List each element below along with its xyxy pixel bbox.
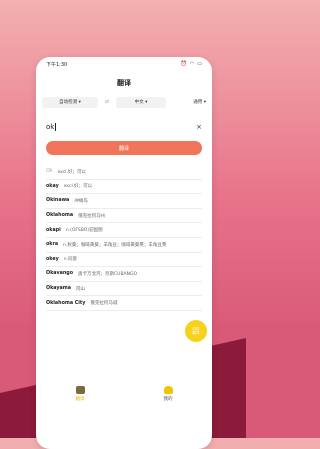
chevron-down-icon: ▾ (77, 99, 81, 105)
list-item[interactable]: okay excl.好；可以 (46, 180, 202, 195)
domain-label: 通用 (193, 100, 203, 105)
alarm-icon: ⏰ (180, 61, 187, 67)
translate-icon (75, 386, 85, 394)
suggestion-meaning: 冲绳岛 (74, 198, 88, 204)
target-language-select[interactable]: 中文 ▾ (116, 96, 166, 108)
input-text: ok (46, 123, 55, 131)
text-cursor (55, 123, 57, 131)
tab-mine[interactable]: 我的 (163, 386, 173, 402)
suggestion-meaning: 冈山 (75, 286, 85, 292)
content-translate-button[interactable]: 内容 翻译 (185, 320, 207, 342)
battery-icon: ▭ (197, 61, 202, 67)
chevron-down-icon: ▾ (143, 99, 148, 105)
suggestion-meaning: excl.好；可以 (57, 169, 86, 175)
suggestion-word: okay (46, 183, 59, 189)
user-icon (163, 386, 173, 394)
suggestion-meaning: n.(OFSBO)迎国图 (65, 228, 103, 234)
suggestion-list: Ok excl.好；可以 okay excl.好；可以 Okinawa 冲绳岛 Okl… (36, 165, 212, 311)
tab-label: 我的 (163, 397, 173, 402)
close-icon[interactable]: × (196, 123, 202, 131)
list-item[interactable]: okra n.秋葵；咖啡黄葵；羊角豆；咖啡黄葵荚；羊角豆荚 (46, 238, 202, 253)
suggestion-meaning: n.秋葵；咖啡黄葵；羊角豆；咖啡黄葵荚；羊角豆荚 (63, 242, 167, 248)
wifi-icon: ◠ (189, 61, 195, 67)
suggestion-meaning: excl.好；可以 (63, 184, 93, 190)
page-title: 翻译 (117, 79, 131, 87)
tab-translate[interactable]: 翻译 (75, 386, 85, 402)
suggestion-word: okra (46, 242, 59, 248)
list-item[interactable]: Oklahoma 俄克拉何马州 (46, 209, 202, 224)
target-language-label: 中文 (134, 100, 144, 105)
list-item[interactable]: Ok excl.好；可以 (46, 165, 202, 180)
domain-select[interactable]: 通用 ▾ (193, 99, 206, 105)
list-item[interactable]: Okinawa 冲绳岛 (46, 194, 202, 209)
suggestion-word: Okinawa (46, 198, 70, 204)
suggestion-word: Ok (46, 169, 53, 175)
list-item[interactable]: Okavango 奥卡万戈河；奈斯CUBANGO (46, 267, 202, 282)
status-bar: 下午1:30 ⏰ ◠ ▭ (36, 57, 212, 71)
suggestion-meaning: 俄克拉何马城 (90, 301, 118, 307)
swap-icon[interactable]: ⇄ (98, 99, 116, 105)
status-time: 下午1:30 (46, 61, 68, 68)
source-language-label: 自动检测 (59, 100, 78, 105)
suggestion-word: Okavango (46, 271, 74, 277)
phone-screen: 下午1:30 ⏰ ◠ ▭ 翻译 自动检测 ▾ ⇄ 中文 ▾ 通用 ▾ ok × … (36, 57, 212, 449)
list-item[interactable]: Oklahoma City 俄克拉何马城 (46, 296, 202, 311)
suggestion-word: okapi (46, 227, 61, 233)
source-language-select[interactable]: 自动检测 ▾ (42, 96, 98, 108)
status-icons: ⏰ ◠ ▭ (181, 61, 202, 67)
suggestion-meaning: n.同意 (63, 257, 78, 263)
suggestion-meaning: 俄克拉何马州 (78, 213, 106, 219)
suggestion-word: Okayama (46, 286, 71, 292)
list-item[interactable]: Okayama 冈山 (46, 282, 202, 297)
tab-bar: 翻译 我的 (36, 379, 212, 409)
suggestion-word: Oklahoma (46, 213, 74, 219)
float-button-line2: 翻译 (192, 331, 200, 335)
tab-label: 翻译 (75, 397, 85, 402)
translate-input[interactable]: ok × (46, 119, 202, 135)
list-item[interactable]: okey n.同意 (46, 253, 202, 268)
translate-button[interactable]: 翻译 (46, 141, 202, 155)
suggestion-meaning: 奥卡万戈河；奈斯CUBANGO (78, 271, 138, 277)
language-row: 自动检测 ▾ ⇄ 中文 ▾ 通用 ▾ (36, 93, 212, 111)
list-item[interactable]: okapi n.(OFSBO)迎国图 (46, 223, 202, 238)
suggestion-word: Oklahoma City (46, 300, 86, 306)
suggestion-word: okey (46, 256, 59, 262)
chevron-down-icon: ▾ (203, 100, 206, 105)
